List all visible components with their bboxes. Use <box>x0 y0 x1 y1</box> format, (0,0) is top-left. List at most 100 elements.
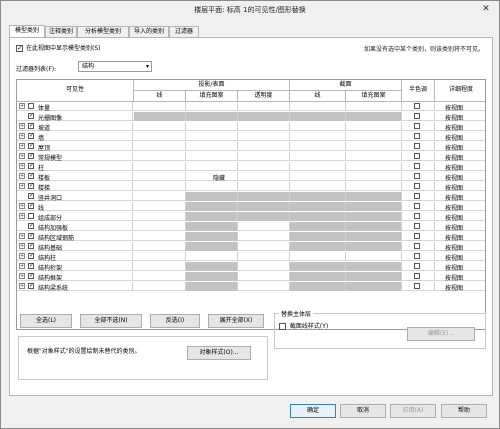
visibility-checkbox[interactable] <box>28 103 34 109</box>
table-cell[interactable] <box>238 112 290 121</box>
detail-level-value[interactable]: 按视图 <box>445 223 463 232</box>
table-cell[interactable] <box>238 132 290 141</box>
table-cell[interactable] <box>238 232 290 241</box>
table-cell[interactable] <box>134 252 186 261</box>
table-row[interactable]: + 结构区域钢筋 按视图 <box>17 232 485 242</box>
expand-icon[interactable]: + <box>19 133 25 139</box>
select-all-button[interactable]: 全选(L) <box>20 314 72 328</box>
table-cell[interactable] <box>238 142 290 151</box>
visibility-checkbox[interactable] <box>28 202 34 210</box>
table-row[interactable]: +柱按视图 <box>17 162 485 172</box>
table-row[interactable]: 竖井洞口 按视图 <box>17 192 485 202</box>
table-cell[interactable] <box>186 192 238 201</box>
table-cell[interactable] <box>134 262 186 271</box>
table-cell[interactable] <box>238 162 290 171</box>
halftone-checkbox[interactable] <box>414 163 420 169</box>
table-cell[interactable] <box>134 222 186 231</box>
table-row[interactable]: +线按视图 <box>17 202 485 212</box>
table-cell[interactable] <box>238 252 290 261</box>
detail-level-value[interactable]: 按视图 <box>445 203 463 212</box>
table-cell[interactable] <box>238 272 290 281</box>
detail-level-value[interactable]: 按视图 <box>445 283 463 292</box>
table-cell[interactable] <box>134 132 186 141</box>
table-cell[interactable] <box>346 212 402 221</box>
table-cell[interactable] <box>346 202 402 211</box>
table-cell[interactable] <box>238 152 290 161</box>
table-row[interactable]: + 结构柱 按视图 <box>17 252 485 262</box>
table-cell[interactable] <box>186 102 238 111</box>
table-cell[interactable] <box>238 122 290 131</box>
table-cell[interactable] <box>346 232 402 241</box>
cut-line-styles-checkbox[interactable] <box>279 323 286 330</box>
table-cell[interactable] <box>346 272 402 281</box>
table-cell[interactable] <box>346 182 402 191</box>
halftone-checkbox[interactable] <box>414 153 420 159</box>
expand-icon[interactable]: + <box>19 183 25 189</box>
halftone-checkbox[interactable] <box>414 233 420 239</box>
table-cell[interactable] <box>290 162 346 171</box>
table-cell[interactable] <box>290 112 346 121</box>
expand-icon[interactable]: + <box>19 203 25 209</box>
table-row[interactable]: + 结构基础 按视图 <box>17 242 485 252</box>
table-cell[interactable] <box>134 182 186 191</box>
show-model-categories-option[interactable]: 在此视图中显示模型类别(S) <box>16 43 101 52</box>
table-cell[interactable] <box>134 152 186 161</box>
table-cell[interactable] <box>290 242 346 251</box>
visibility-checkbox[interactable] <box>28 132 34 140</box>
table-cell[interactable] <box>290 232 346 241</box>
visibility-checkbox[interactable] <box>28 272 34 280</box>
table-cell[interactable] <box>186 212 238 221</box>
select-none-button[interactable]: 全部不选(N) <box>80 314 142 328</box>
table-cell[interactable] <box>346 122 402 131</box>
table-cell[interactable] <box>238 282 290 291</box>
visibility-checkbox[interactable] <box>28 112 34 120</box>
expand-icon[interactable]: + <box>19 213 25 219</box>
table-cell[interactable] <box>346 172 402 181</box>
halftone-checkbox[interactable] <box>414 223 420 229</box>
table-cell[interactable] <box>238 182 290 191</box>
table-cell[interactable] <box>134 242 186 251</box>
halftone-checkbox[interactable] <box>414 213 420 219</box>
expand-icon[interactable]: + <box>19 263 25 269</box>
table-cell[interactable] <box>346 242 402 251</box>
expand-icon[interactable]: + <box>19 253 25 259</box>
table-cell[interactable] <box>290 152 346 161</box>
tab-imported-categories[interactable]: 导入的类别 <box>129 26 169 37</box>
table-cell[interactable] <box>186 222 238 231</box>
table-row[interactable]: 结构加强板 按视图 <box>17 222 485 232</box>
table-cell[interactable] <box>134 112 186 121</box>
table-row[interactable]: + 楼板 隐藏 按视图 <box>17 172 485 182</box>
visibility-checkbox[interactable] <box>28 192 34 200</box>
table-row[interactable]: + 常规模型 按视图 <box>17 152 485 162</box>
table-cell[interactable] <box>238 262 290 271</box>
expand-icon[interactable]: + <box>19 273 25 279</box>
visibility-checkbox[interactable] <box>28 162 34 170</box>
detail-level-value[interactable]: 按视图 <box>445 273 463 282</box>
table-row[interactable]: + 结构梁系统 按视图 <box>17 282 485 292</box>
table-row[interactable]: + 屋顶 按视图 <box>17 142 485 152</box>
visibility-checkbox[interactable] <box>28 142 34 150</box>
table-cell[interactable] <box>290 122 346 131</box>
halftone-checkbox[interactable] <box>414 103 420 109</box>
table-cell[interactable] <box>346 152 402 161</box>
table-row[interactable]: + 结构桁架 按视图 <box>17 262 485 272</box>
detail-level-value[interactable]: 按视图 <box>445 253 463 262</box>
tab-annotation-categories[interactable]: 注释类别 <box>45 26 77 37</box>
table-cell[interactable] <box>346 132 402 141</box>
table-cell[interactable] <box>186 202 238 211</box>
detail-level-value[interactable]: 按视图 <box>445 183 463 192</box>
table-cell[interactable] <box>290 172 346 181</box>
expand-icon[interactable]: + <box>19 163 25 169</box>
table-cell[interactable] <box>290 272 346 281</box>
table-cell[interactable] <box>290 102 346 111</box>
halftone-checkbox[interactable] <box>414 203 420 209</box>
visibility-checkbox[interactable] <box>28 182 34 190</box>
table-cell[interactable] <box>290 202 346 211</box>
detail-level-value[interactable]: 按视图 <box>445 173 463 182</box>
halftone-checkbox[interactable] <box>414 173 420 179</box>
tab-model-categories[interactable]: 模型类别 <box>9 25 45 37</box>
table-cell[interactable] <box>134 172 186 181</box>
table-cell[interactable] <box>346 262 402 271</box>
visibility-checkbox[interactable] <box>28 152 34 160</box>
halftone-checkbox[interactable] <box>414 143 420 149</box>
